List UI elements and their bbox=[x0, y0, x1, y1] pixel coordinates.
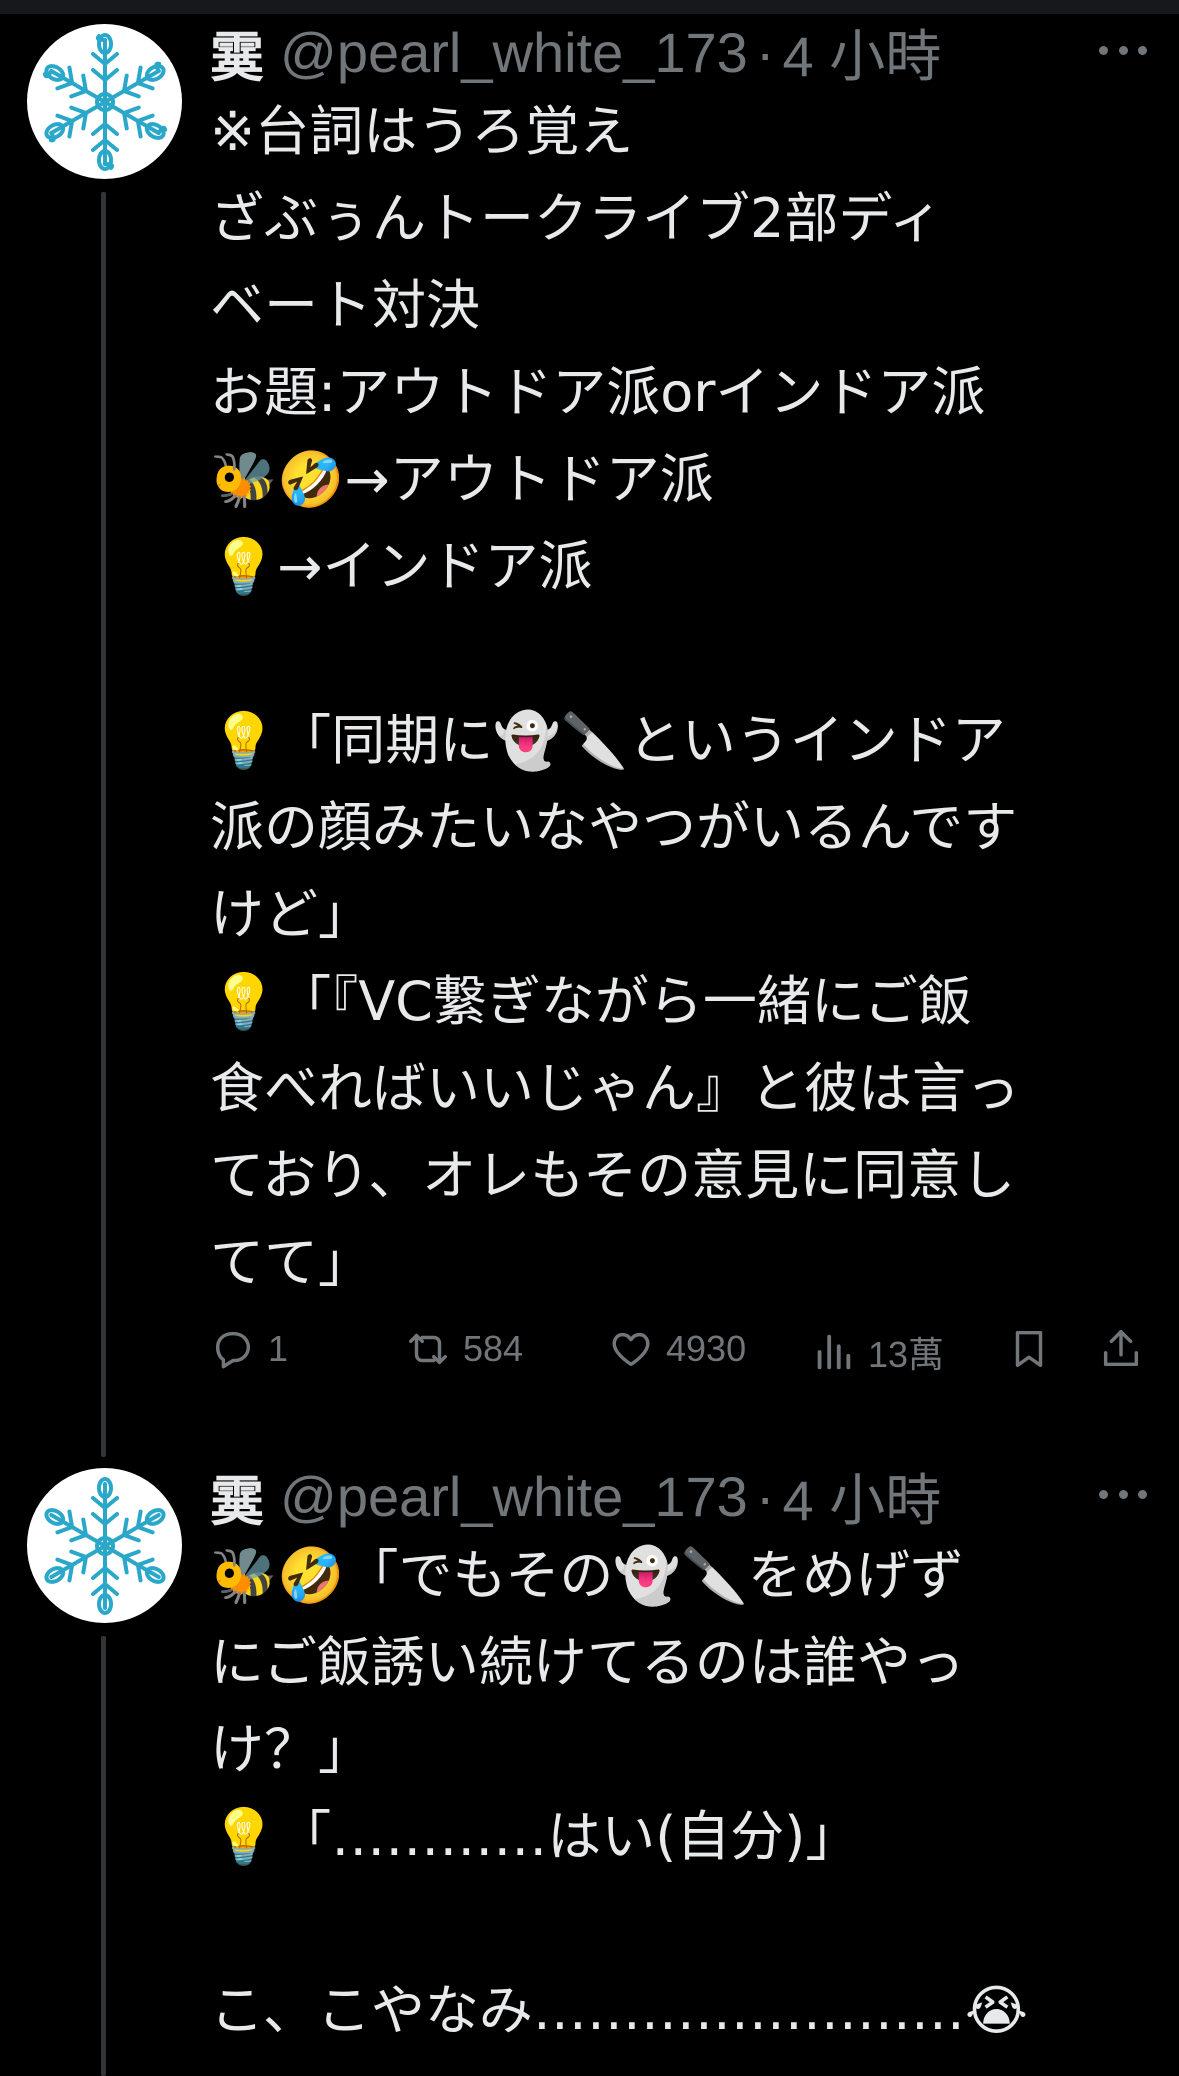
timestamp[interactable]: 4 小時 bbox=[782, 1456, 941, 1537]
bookmark-icon bbox=[1015, 1330, 1043, 1368]
retweet-icon bbox=[409, 1333, 447, 1365]
like-count: 4930 bbox=[666, 1328, 747, 1369]
timestamp[interactable]: 4 小時 bbox=[782, 12, 941, 93]
tweet-header: 霙 @pearl_white_173 · 4 小時 bbox=[210, 16, 1151, 89]
thread-line bbox=[101, 1636, 106, 2076]
avatar[interactable] bbox=[27, 1468, 182, 1623]
avatar[interactable] bbox=[27, 24, 182, 179]
author-name[interactable]: 霙 bbox=[210, 1457, 264, 1536]
separator-dot: · bbox=[755, 20, 775, 84]
author-handle[interactable]: @pearl_white_173 bbox=[280, 1464, 748, 1529]
views-icon bbox=[817, 1334, 851, 1370]
thread-line bbox=[101, 192, 106, 1457]
tweet[interactable]: 霙 @pearl_white_173 · 4 小時 🐝🤣「でもその👻🔪をめげず … bbox=[0, 1460, 1179, 2076]
retweet-button[interactable]: 584 bbox=[405, 1326, 523, 1372]
author-name[interactable]: 霙 bbox=[210, 13, 264, 92]
retweet-count: 584 bbox=[463, 1328, 524, 1369]
like-button[interactable]: 4930 bbox=[608, 1326, 746, 1372]
tweet-content: 霙 @pearl_white_173 · 4 小時 🐝🤣「でもその👻🔪をめげず … bbox=[210, 1460, 1151, 2054]
reply-count: 1 bbox=[268, 1328, 289, 1369]
views-button[interactable]: 13萬 bbox=[810, 1326, 944, 1378]
tweet-header: 霙 @pearl_white_173 · 4 小時 bbox=[210, 1460, 1151, 1533]
action-bar: 1 584 4930 13萬 bbox=[210, 1316, 1151, 1386]
separator-dot: · bbox=[755, 1464, 775, 1528]
view-count: 13萬 bbox=[868, 1334, 945, 1375]
snowflake-icon bbox=[38, 32, 171, 171]
tweet-text: ※台詞はうろ覚え ざぶぅんトークライブ2部ディ ベート対決 お題:アウトドア派o… bbox=[210, 100, 1020, 1294]
more-icon[interactable] bbox=[1099, 30, 1147, 70]
tweet[interactable]: 霙 @pearl_white_173 · 4 小時 ※台詞はうろ覚え ざぶぅんト… bbox=[0, 16, 1179, 1457]
share-button[interactable] bbox=[1098, 1326, 1156, 1372]
tweet-text: 🐝🤣「でもその👻🔪をめげず にご飯誘い続けてるのは誰やっ け？」 💡「…………は… bbox=[210, 1544, 1029, 2042]
reply-icon bbox=[215, 1331, 251, 1369]
reply-button[interactable]: 1 bbox=[210, 1326, 288, 1372]
top-divider bbox=[0, 0, 1179, 14]
snowflake-icon bbox=[38, 1476, 171, 1615]
more-icon[interactable] bbox=[1099, 1474, 1147, 1514]
author-handle[interactable]: @pearl_white_173 bbox=[280, 20, 748, 85]
share-icon bbox=[1103, 1330, 1139, 1367]
tweet-content: 霙 @pearl_white_173 · 4 小時 ※台詞はうろ覚え ざぶぅんト… bbox=[210, 16, 1151, 1306]
bookmark-button[interactable] bbox=[1006, 1326, 1064, 1372]
like-icon bbox=[612, 1332, 650, 1367]
